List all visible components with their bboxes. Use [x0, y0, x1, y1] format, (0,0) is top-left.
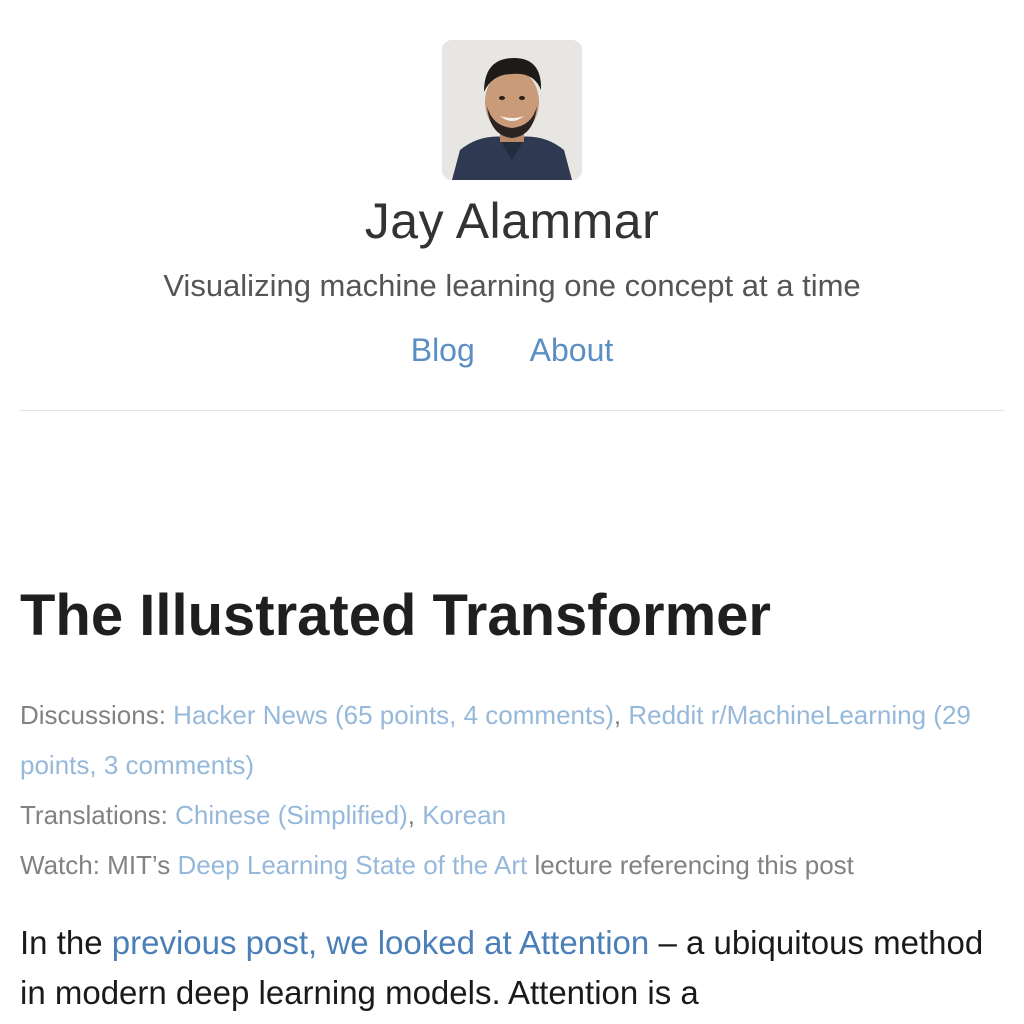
post-meta: Discussions: Hacker News (65 points, 4 c…	[20, 690, 1004, 890]
site-title[interactable]: Jay Alammar	[0, 186, 1024, 256]
nav-about-link[interactable]: About	[530, 332, 614, 368]
previous-post-link[interactable]: previous post, we looked at Attention	[112, 924, 650, 961]
watch-suffix: lecture referencing this post	[534, 850, 854, 880]
translation-chinese-link[interactable]: Chinese (Simplified)	[175, 800, 408, 830]
header-divider	[20, 410, 1004, 411]
discussions-line: Discussions: Hacker News (65 points, 4 c…	[20, 690, 1004, 790]
site-tagline: Visualizing machine learning one concept…	[163, 268, 861, 303]
hacker-news-link[interactable]: Hacker News (65 points, 4 comments)	[173, 700, 614, 730]
translations-separator: ,	[407, 800, 423, 830]
discussions-label: Discussions:	[20, 700, 166, 730]
translations-label: Translations:	[20, 800, 168, 830]
lecture-link[interactable]: Deep Learning State of the Art	[177, 850, 527, 880]
post-intro-paragraph: In the previous post, we looked at Atten…	[20, 918, 1004, 1018]
translations-line: Translations: Chinese (Simplified), Kore…	[20, 790, 1004, 840]
watch-line: Watch: MIT’s Deep Learning State of the …	[20, 840, 1004, 890]
intro-prefix: In the	[20, 924, 103, 961]
nav-blog-link[interactable]: Blog	[411, 332, 475, 368]
discussions-separator: ,	[613, 700, 629, 730]
translation-korean-link[interactable]: Korean	[422, 800, 506, 830]
post-title: The Illustrated Transformer	[20, 583, 771, 648]
author-photo	[442, 40, 582, 180]
author-avatar	[442, 40, 582, 180]
site-nav: Blog About	[0, 328, 1024, 372]
watch-label: Watch: MIT’s	[20, 850, 171, 880]
